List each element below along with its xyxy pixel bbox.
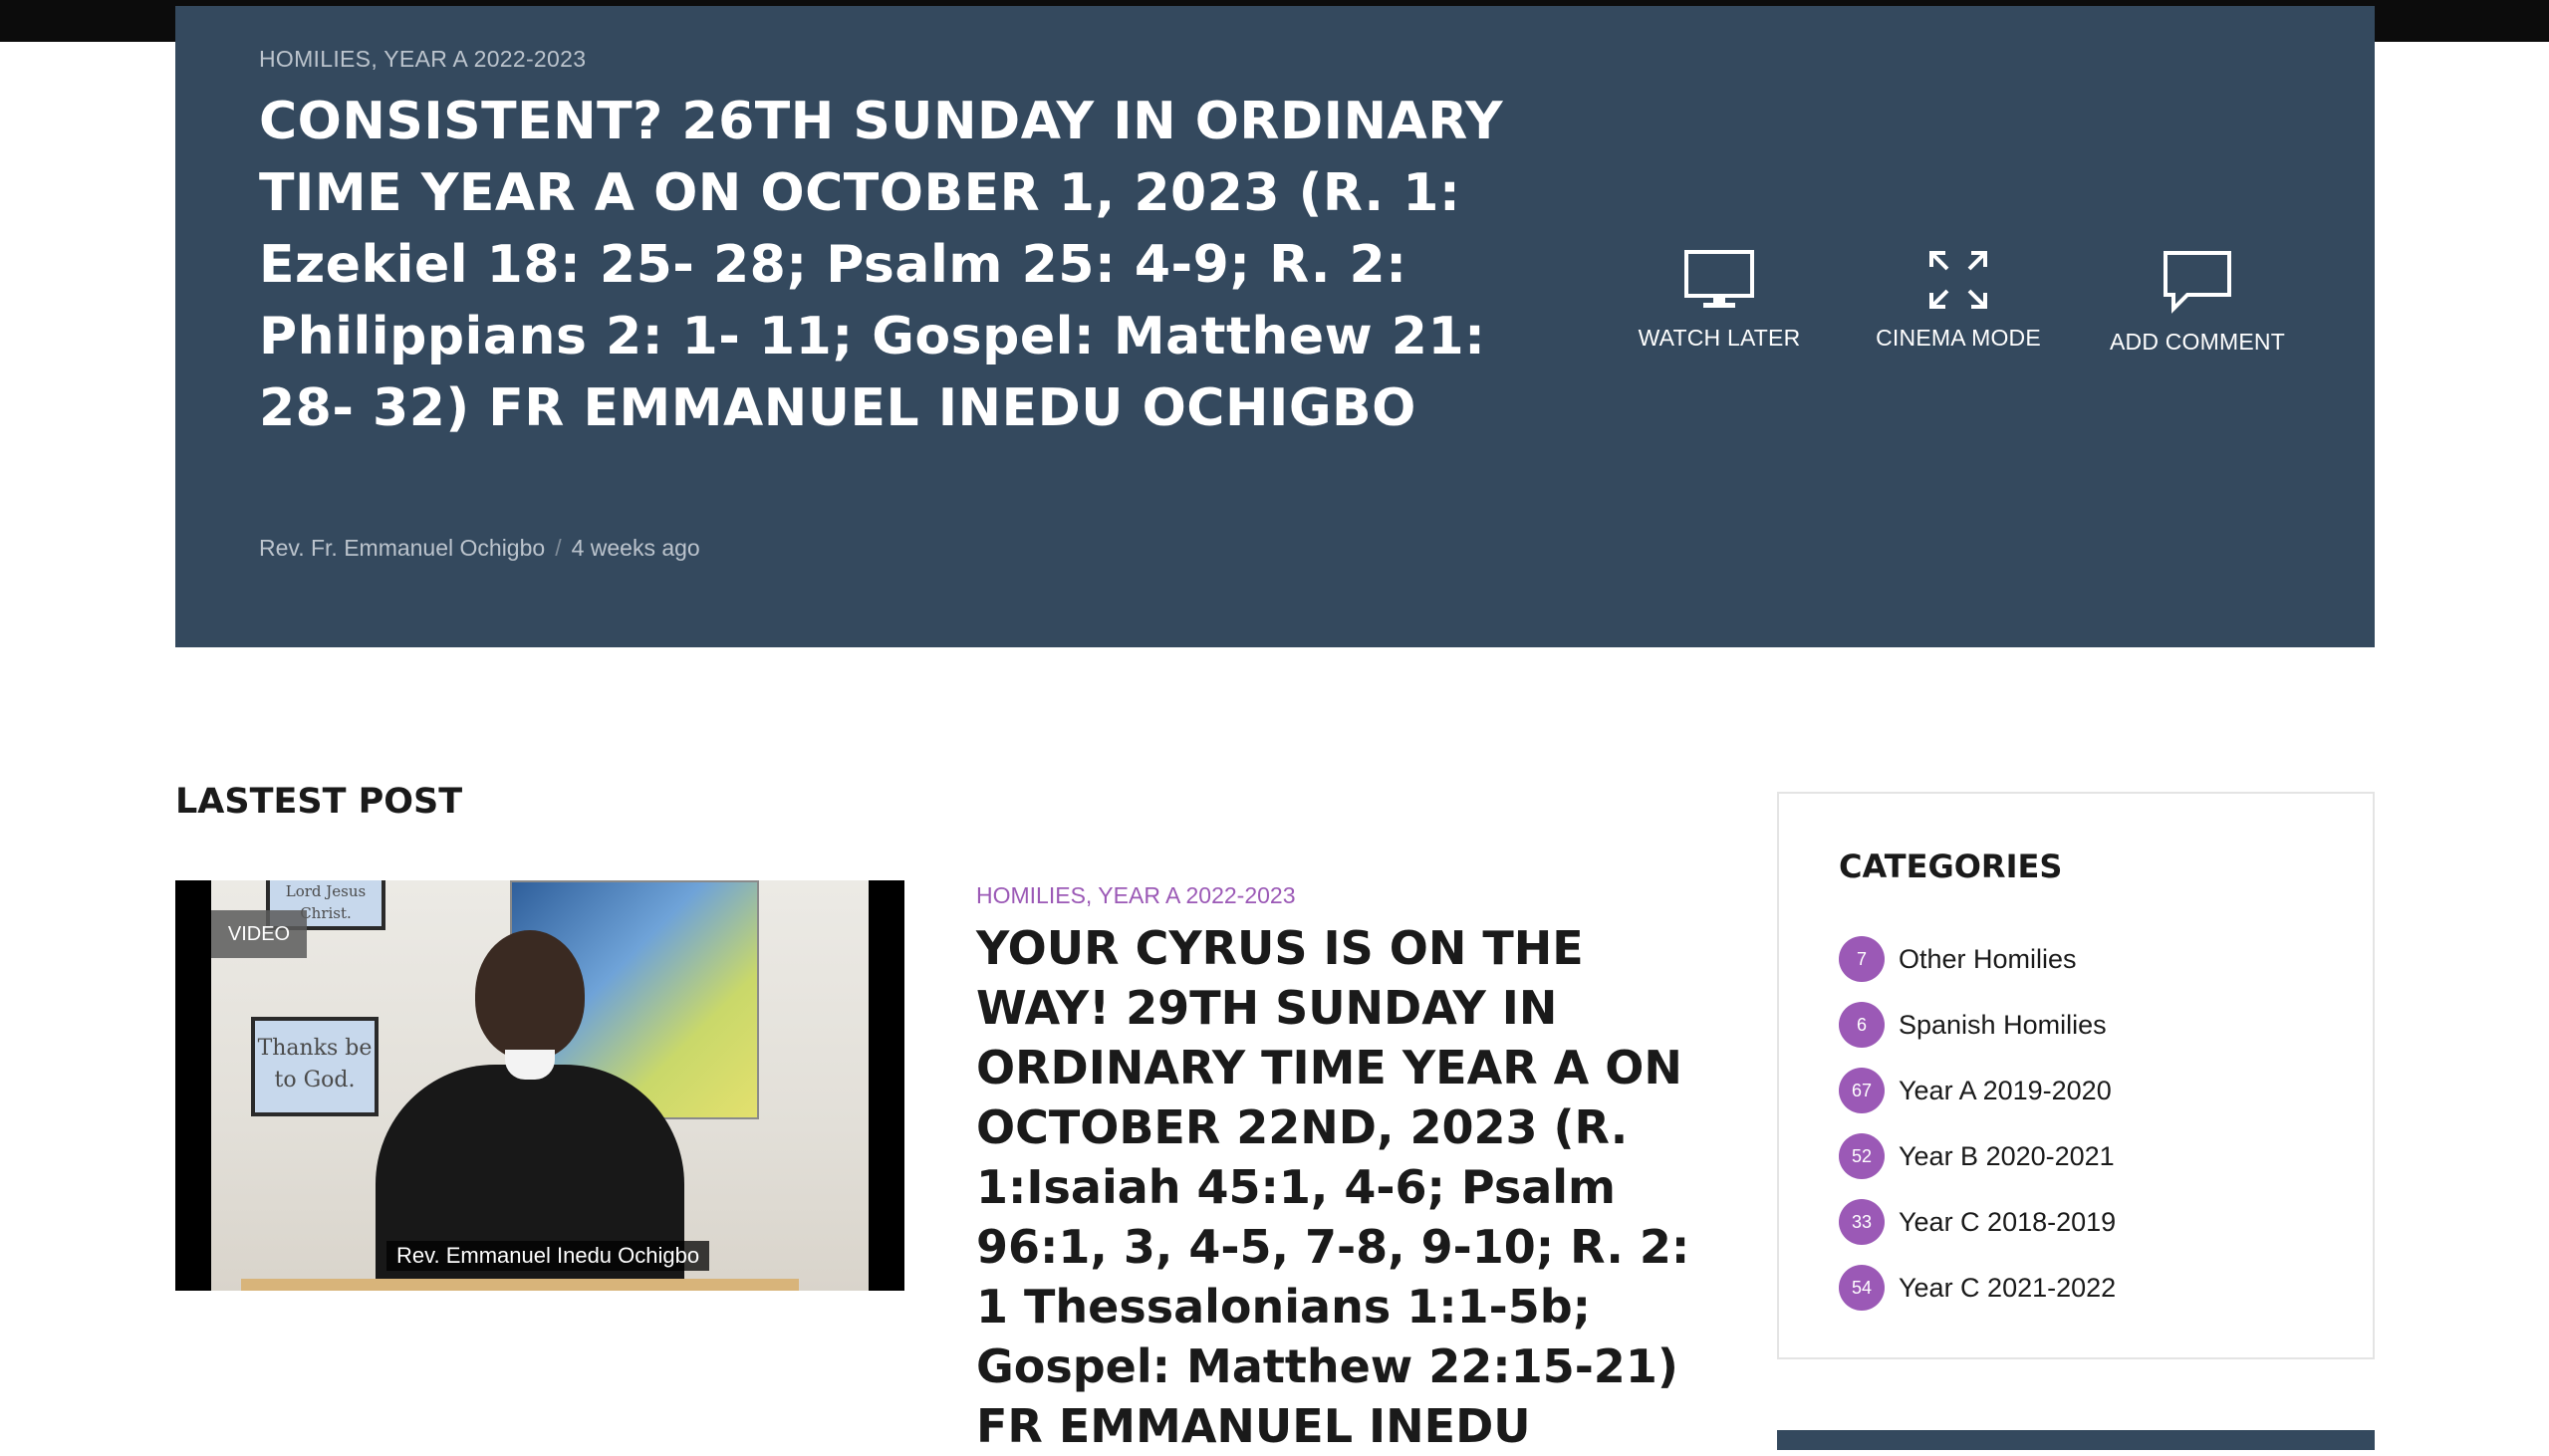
meta-separator: /: [555, 535, 562, 561]
video-thumbnail[interactable]: Lord Jesus Christ. Thanks be to God. Rev…: [175, 880, 904, 1291]
category-item-other-homilies[interactable]: 7 Other Homilies: [1839, 926, 2337, 992]
hero-banner: HOMILIES, YEAR A 2022-2023 CONSISTENT? 2…: [175, 6, 2375, 647]
hero-actions: WATCH LATER CINEMA MODE ADD COMMENT: [1610, 249, 2307, 388]
post-date: 4 weeks ago: [571, 535, 700, 561]
category-count-badge: 54: [1839, 1265, 1885, 1311]
category-count-badge: 6: [1839, 1002, 1885, 1048]
author-link[interactable]: Rev. Fr. Emmanuel Ochigbo: [259, 535, 545, 561]
watch-later-button[interactable]: WATCH LATER: [1610, 249, 1829, 352]
categories-widget: CATEGORIES 7 Other Homilies 6 Spanish Ho…: [1777, 792, 2375, 1359]
post-category-homilies[interactable]: HOMILIES: [976, 882, 1086, 908]
post-category-separator: ,: [1085, 882, 1099, 908]
category-label[interactable]: Year C 2021-2022: [1899, 1273, 2116, 1304]
category-label[interactable]: Other Homilies: [1899, 944, 2077, 975]
category-item-spanish-homilies[interactable]: 6 Spanish Homilies: [1839, 992, 2337, 1058]
expand-icon: [1849, 249, 2068, 311]
category-link-homilies[interactable]: HOMILIES: [259, 46, 371, 72]
video-badge: VIDEO: [211, 910, 307, 958]
category-label[interactable]: Year B 2020-2021: [1899, 1141, 2115, 1172]
category-count-badge: 67: [1839, 1068, 1885, 1113]
hero-categories: HOMILIES, YEAR A 2022-2023: [259, 46, 586, 73]
post-category-year-a[interactable]: YEAR A 2022-2023: [1098, 882, 1295, 908]
hero-title: CONSISTENT? 26TH SUNDAY IN ORDINARY TIME…: [259, 92, 1504, 438]
video-caption: Rev. Emmanuel Inedu Ochigbo: [386, 1241, 710, 1271]
categories-list: 7 Other Homilies 6 Spanish Homilies 67 Y…: [1839, 926, 2337, 1321]
section-title: LASTEST POST: [175, 782, 463, 822]
category-link-year-a[interactable]: YEAR A 2022-2023: [383, 46, 586, 72]
next-widget-header: [1777, 1430, 2375, 1450]
category-item-year-c-2021-2022[interactable]: 54 Year C 2021-2022: [1839, 1255, 2337, 1321]
watch-later-label: WATCH LATER: [1638, 325, 1801, 351]
category-item-year-b-2020-2021[interactable]: 52 Year B 2020-2021: [1839, 1123, 2337, 1189]
cinema-mode-button[interactable]: CINEMA MODE: [1849, 249, 2068, 352]
post-title-link[interactable]: YOUR CYRUS IS ON THE WAY! 29TH SUNDAY IN…: [976, 918, 1693, 1456]
category-count-badge: 52: [1839, 1133, 1885, 1179]
categories-title: CATEGORIES: [1839, 848, 2063, 885]
category-label[interactable]: Year C 2018-2019: [1899, 1207, 2116, 1238]
hero-meta: Rev. Fr. Emmanuel Ochigbo / 4 weeks ago: [259, 535, 700, 562]
category-label[interactable]: Spanish Homilies: [1899, 1010, 2107, 1041]
wall-frame-thanks: Thanks be to God.: [251, 1017, 379, 1116]
category-count-badge: 33: [1839, 1199, 1885, 1245]
category-separator: ,: [371, 46, 384, 72]
speaker-collar: [505, 1050, 555, 1080]
monitor-icon: [1610, 249, 1829, 311]
category-item-year-c-2018-2019[interactable]: 33 Year C 2018-2019: [1839, 1189, 2337, 1255]
video-frame: Lord Jesus Christ. Thanks be to God. Rev…: [211, 880, 869, 1291]
category-item-year-a-2019-2020[interactable]: 67 Year A 2019-2020: [1839, 1058, 2337, 1123]
cinema-mode-label: CINEMA MODE: [1876, 325, 2041, 351]
add-comment-label: ADD COMMENT: [2110, 329, 2285, 355]
category-count-badge: 7: [1839, 936, 1885, 982]
post-categories: HOMILIES, YEAR A 2022-2023: [976, 882, 1296, 909]
comment-icon: [2088, 249, 2307, 315]
desk: [241, 1279, 799, 1291]
add-comment-button[interactable]: ADD COMMENT: [2088, 249, 2307, 356]
speaker-head: [475, 930, 585, 1060]
category-label[interactable]: Year A 2019-2020: [1899, 1076, 2112, 1106]
